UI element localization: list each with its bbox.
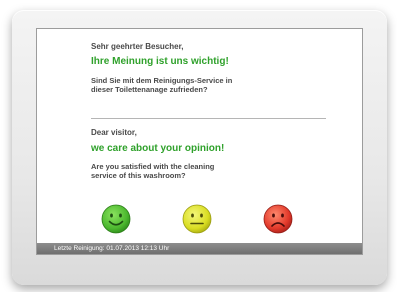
german-question-line1: Sind Sie mit dem Reinigungs-Service in xyxy=(91,76,233,85)
sad-face-icon xyxy=(263,204,293,234)
english-question-line2: service of this washroom? xyxy=(91,171,186,180)
rating-sad-button[interactable] xyxy=(263,204,293,234)
rating-happy-button[interactable] xyxy=(101,204,131,234)
last-cleaning-status: Letzte Reinigung: 01.07.2013 12:13 Uhr xyxy=(37,243,362,254)
language-divider xyxy=(91,118,326,119)
english-greeting: Dear visitor, xyxy=(91,128,137,137)
happy-face-icon xyxy=(101,204,131,234)
rating-neutral-button[interactable] xyxy=(182,204,212,234)
feedback-terminal: Sehr geehrter Besucher, Ihre Meinung ist… xyxy=(0,0,397,292)
feedback-screen: Sehr geehrter Besucher, Ihre Meinung ist… xyxy=(36,28,363,255)
german-greeting: Sehr geehrter Besucher, xyxy=(91,42,184,51)
german-headline: Ihre Meinung ist uns wichtig! xyxy=(91,56,229,67)
english-headline: we care about your opinion! xyxy=(91,143,225,154)
german-question-line2: dieser Toilettenanage zufrieden? xyxy=(91,85,208,94)
english-question-line1: Are you satisfied with the cleaning xyxy=(91,162,215,171)
neutral-face-icon xyxy=(182,204,212,234)
